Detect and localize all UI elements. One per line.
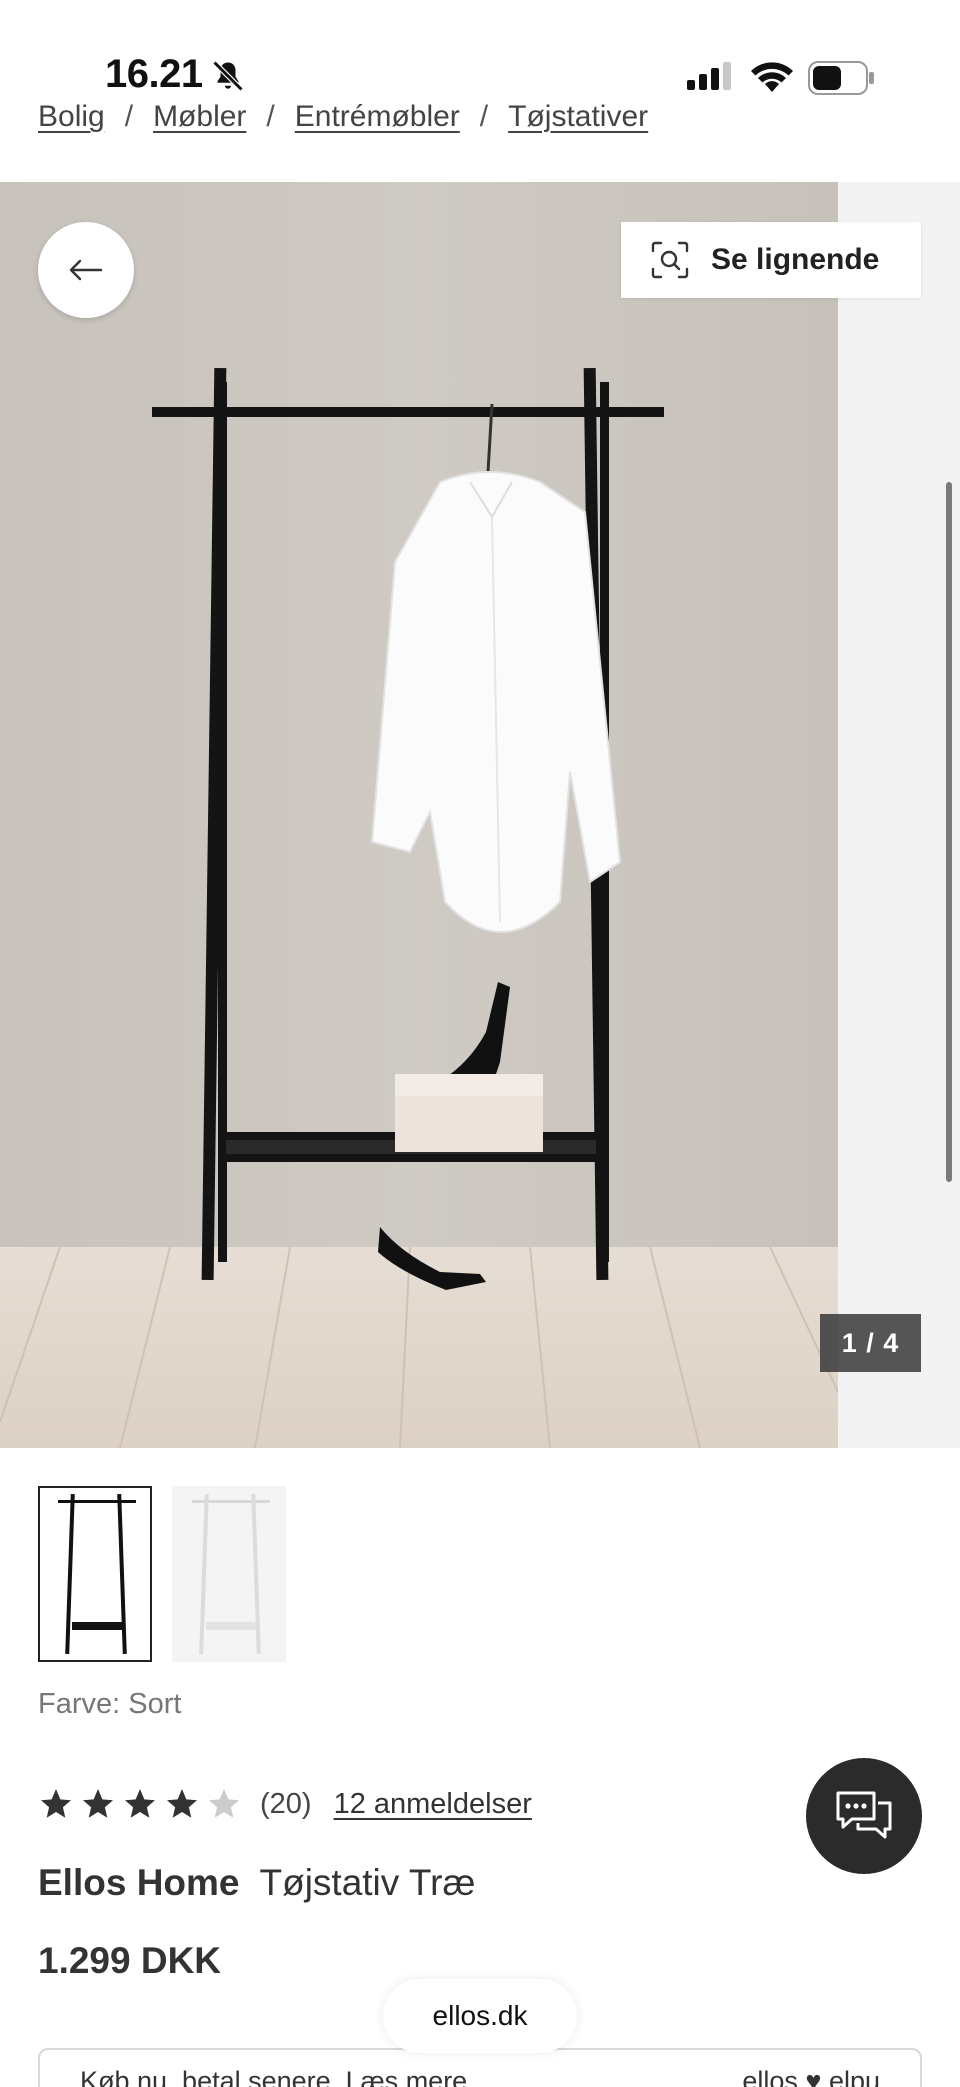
product-main-image[interactable]: [0, 182, 838, 1448]
payment-info-text[interactable]: Køb nu, betal senere. Læs mere: [80, 2066, 467, 2087]
star-filled-icon: [167, 1789, 197, 1818]
product-name: Tøjstativ Træ: [259, 1862, 476, 1903]
chat-button[interactable]: [806, 1758, 922, 1874]
see-similar-button[interactable]: Se lignende: [621, 222, 921, 298]
arrow-left-icon: [69, 259, 103, 281]
image-pager: 1 / 4: [820, 1314, 921, 1372]
bell-muted-icon: [212, 60, 244, 92]
breadcrumb-tojstativer[interactable]: Tøjstativer: [508, 100, 648, 134]
breadcrumb-separator: /: [479, 100, 489, 133]
wifi-icon: [751, 62, 793, 92]
product-gallery[interactable]: [0, 182, 960, 1448]
breadcrumb-entremobler[interactable]: Entrémøbler: [295, 100, 460, 134]
product-price: 1.299 DKK: [38, 1940, 222, 1981]
breadcrumb-separator: /: [124, 100, 134, 133]
visual-search-icon: [651, 241, 689, 279]
see-similar-label: Se lignende: [711, 243, 880, 276]
star-filled-icon: [41, 1789, 71, 1818]
status-time: 16.21: [105, 52, 203, 96]
color-label: Farve: Sort: [38, 1688, 182, 1720]
star-rating: [38, 1786, 242, 1822]
payment-provider-logo: ellos ♥ elpu: [742, 2066, 880, 2087]
breadcrumb: Bolig / Møbler / Entrémøbler / Tøjstativ…: [38, 100, 648, 134]
product-title: Ellos Home Tøjstativ Træ: [38, 1862, 475, 1904]
breadcrumb-bolig[interactable]: Bolig: [38, 100, 105, 134]
status-bar: 16.21: [0, 0, 960, 110]
chat-bubbles-icon: [836, 1791, 892, 1839]
rating-count: (20): [260, 1787, 312, 1820]
gallery-scrollbar[interactable]: [946, 482, 952, 1182]
star-filled-icon: [83, 1789, 113, 1818]
reviews-link[interactable]: 12 anmeldelser: [334, 1788, 532, 1821]
cellular-signal-icon: [687, 62, 731, 90]
battery-icon: [808, 61, 874, 95]
star-empty-icon: [209, 1789, 239, 1818]
star-filled-icon: [125, 1789, 155, 1818]
rack-black-thumbnail: [58, 1493, 136, 1655]
breadcrumb-separator: /: [266, 100, 275, 133]
breadcrumb-mobler[interactable]: Møbler: [153, 100, 246, 134]
payment-info-box[interactable]: Køb nu, betal senere. Læs mere ellos ♥ e…: [38, 2048, 922, 2087]
thumbnail-white[interactable]: [172, 1486, 286, 1662]
back-button[interactable]: [38, 222, 134, 318]
thumbnail-strip: [38, 1486, 286, 1662]
thumbnail-black[interactable]: [38, 1486, 152, 1662]
rack-white-thumbnail: [192, 1493, 270, 1655]
product-rating: (20) 12 anmeldelser: [38, 1786, 532, 1822]
product-brand[interactable]: Ellos Home: [38, 1862, 240, 1904]
browser-url-bar[interactable]: ellos.dk: [383, 1979, 577, 2053]
